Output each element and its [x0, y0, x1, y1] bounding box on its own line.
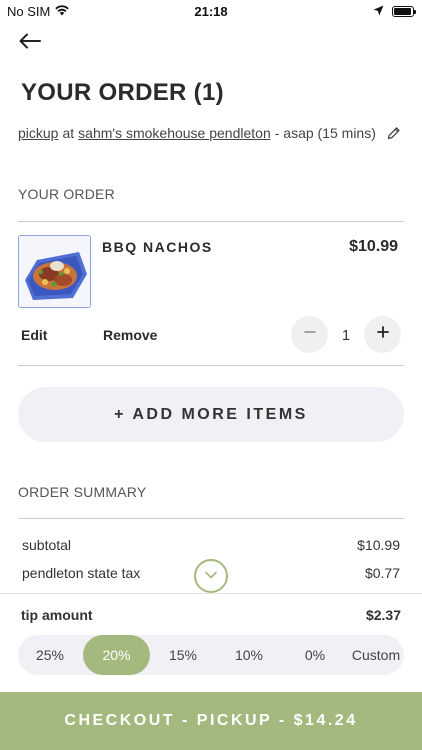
- summary-value: $10.99: [357, 537, 400, 553]
- expand-summary-button[interactable]: [194, 559, 228, 593]
- increase-quantity-button[interactable]: [364, 316, 401, 353]
- checkout-button[interactable]: CHECKOUT - PICKUP - $14.24: [0, 692, 422, 750]
- order-summary-label: ORDER SUMMARY: [18, 484, 147, 500]
- edit-item-button[interactable]: Edit: [21, 327, 47, 343]
- restaurant-link[interactable]: sahm's smokehouse pendleton: [78, 125, 271, 141]
- back-button[interactable]: [18, 30, 48, 56]
- item-name: BBQ NACHOS: [102, 239, 213, 255]
- tip-label: tip amount: [21, 607, 93, 623]
- order-info-connector: at: [62, 125, 75, 141]
- battery-icon: [392, 6, 416, 17]
- back-arrow-icon: [18, 33, 42, 54]
- tip-option-custom[interactable]: Custom: [346, 635, 406, 675]
- divider: [18, 221, 404, 222]
- summary-label: subtotal: [22, 537, 72, 553]
- item-price: $10.99: [349, 238, 398, 255]
- location-arrow-icon: [373, 4, 384, 19]
- remove-item-button[interactable]: Remove: [103, 327, 157, 343]
- summary-label: pendleton state tax: [22, 565, 141, 581]
- summary-value: $0.77: [364, 565, 400, 581]
- order-info: pickup at sahm's smokehouse pendleton - …: [18, 125, 401, 141]
- divider: [18, 518, 404, 519]
- page-title: YOUR ORDER (1): [21, 79, 224, 106]
- tip-option-15[interactable]: 15%: [151, 635, 215, 675]
- order-timing: - asap (15 mins): [274, 125, 376, 141]
- tip-option-10[interactable]: 10%: [217, 635, 281, 675]
- tip-option-25[interactable]: 25%: [18, 635, 82, 675]
- plus-icon: [376, 325, 390, 344]
- minus-icon: [303, 325, 317, 344]
- summary-row-subtotal: subtotal $10.99: [22, 537, 400, 553]
- status-bar: No SIM 21:18: [0, 0, 422, 22]
- item-image: [18, 235, 91, 308]
- tip-option-20[interactable]: 20%: [83, 635, 150, 675]
- tip-option-0[interactable]: 0%: [283, 635, 347, 675]
- pencil-icon[interactable]: [387, 126, 401, 140]
- quantity-value: 1: [341, 327, 351, 344]
- battery-fill: [394, 8, 412, 15]
- divider: [18, 365, 404, 366]
- chevron-down-icon: [204, 567, 218, 585]
- your-order-label: YOUR ORDER: [18, 186, 115, 202]
- tip-selector: 25% 20% 15% 10% 0% Custom: [18, 635, 404, 675]
- tip-amount: $2.37: [365, 607, 401, 623]
- pickup-mode-link[interactable]: pickup: [18, 125, 58, 141]
- status-right: [373, 4, 416, 19]
- decrease-quantity-button[interactable]: [291, 316, 328, 353]
- add-more-items-button[interactable]: + ADD MORE ITEMS: [18, 387, 404, 442]
- status-time: 21:18: [194, 4, 228, 19]
